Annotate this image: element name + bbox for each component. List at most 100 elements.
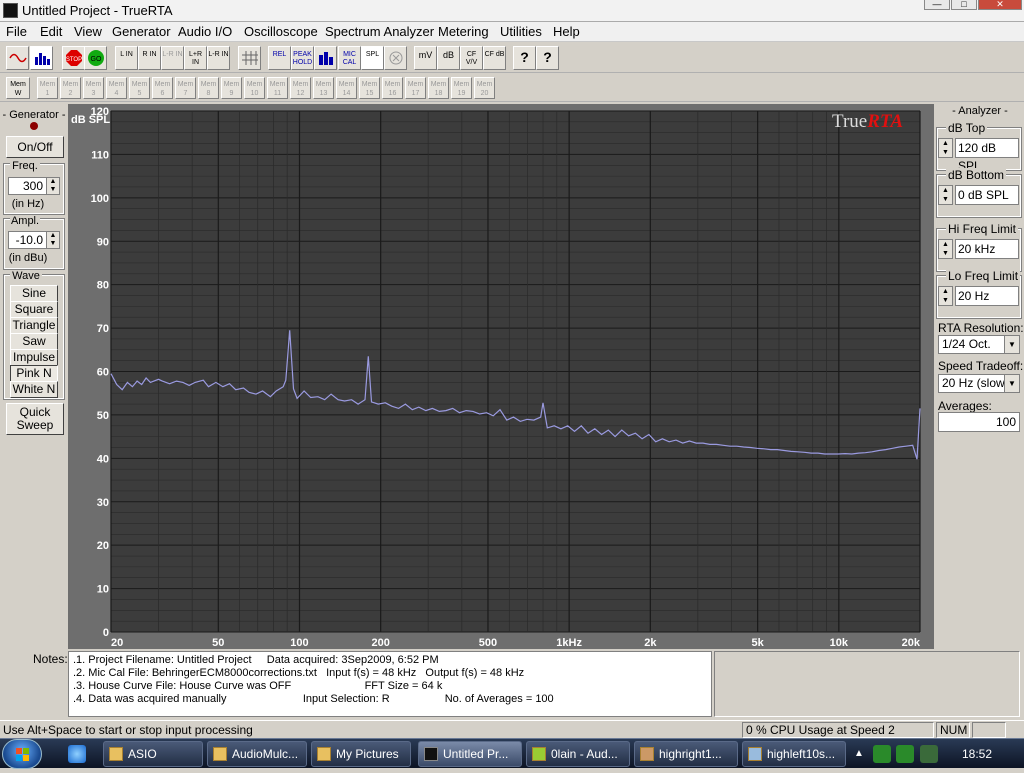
context-help-button[interactable]: ? [536, 46, 559, 70]
stereo-input-button[interactable]: L-R IN [207, 46, 230, 70]
mem-14-button[interactable]: Mem 14 [336, 77, 357, 99]
ampl-spinner-icon[interactable]: ▲ ▼ [46, 232, 59, 248]
ampl-input[interactable]: -10.0 ▲ ▼ [8, 231, 60, 249]
spectrum-mode-button[interactable] [30, 46, 53, 70]
wave-white-noise-button[interactable]: White N [10, 381, 58, 398]
internet-explorer-icon[interactable] [68, 745, 86, 763]
mem-7-button[interactable]: Mem 7 [175, 77, 196, 99]
wave-pink-noise-button[interactable]: Pink N [10, 365, 58, 382]
freq-spinner-icon[interactable]: ▲ ▼ [46, 178, 59, 194]
wave-triangle-button[interactable]: Triangle [10, 317, 58, 334]
wave-square-button[interactable]: Square [10, 301, 58, 318]
mem-5-button[interactable]: Mem 5 [129, 77, 150, 99]
mem-2-button[interactable]: Mem 2 [60, 77, 81, 99]
maximize-button[interactable]: □ [951, 0, 977, 10]
relative-button[interactable]: REL [268, 46, 291, 70]
grid-button[interactable] [238, 46, 261, 70]
mem-13-button[interactable]: Mem 13 [313, 77, 334, 99]
task-audio-app[interactable]: 0lain - Aud... [526, 741, 630, 767]
menu-utilities[interactable]: Utilities [500, 24, 542, 39]
mem-19-button[interactable]: Mem 19 [451, 77, 472, 99]
task-highleft[interactable]: highleft10s... [742, 741, 846, 767]
freq-input[interactable]: 300 ▲ ▼ [8, 177, 60, 195]
db-bottom-spinner-icon[interactable]: ▲ ▼ [938, 185, 953, 205]
tray-media-play-icon[interactable] [896, 745, 914, 763]
task-my-pictures[interactable]: My Pictures [311, 741, 411, 767]
close-button[interactable]: ✕ [978, 0, 1022, 10]
mem-18-button[interactable]: Mem 18 [428, 77, 449, 99]
task-truerta[interactable]: Untitled Pr... [418, 741, 522, 767]
mem-9-button[interactable]: Mem 9 [221, 77, 242, 99]
tray-app-icon[interactable] [920, 745, 938, 763]
db-top-label: dB Top [946, 121, 988, 135]
millivolt-button[interactable]: mV [414, 46, 437, 70]
mem-4-button[interactable]: Mem 4 [106, 77, 127, 99]
crest-factor-db-button[interactable]: CF dB [483, 46, 506, 70]
crest-factor-vv-button[interactable]: CF V/V [460, 46, 483, 70]
wave-impulse-button[interactable]: Impulse [10, 349, 58, 366]
menu-file[interactable]: File [6, 24, 27, 39]
db-bottom-field[interactable]: 0 dB SPL [955, 185, 1019, 205]
mem-3-button[interactable]: Mem 3 [83, 77, 104, 99]
svg-text:GO: GO [90, 56, 101, 63]
menu-help[interactable]: Help [553, 24, 580, 39]
lo-freq-spinner-icon[interactable]: ▲ ▼ [938, 286, 953, 306]
mem-20-button[interactable]: Mem 20 [474, 77, 495, 99]
spl-button[interactable]: SPL [361, 46, 384, 70]
mem-1-button[interactable]: Mem 1 [37, 77, 58, 99]
left-input-button[interactable]: L IN [115, 46, 138, 70]
left-minus-right-input-button[interactable]: L-R IN [161, 46, 184, 70]
lo-freq-field[interactable]: 20 Hz [955, 286, 1019, 306]
y-tick-label: 20 [97, 540, 109, 552]
wave-sine-button[interactable]: Sine [10, 285, 58, 302]
tray-expand-icon[interactable]: ▲ [854, 739, 864, 769]
generator-onoff-button[interactable]: On/Off [6, 136, 64, 158]
mem-6-button[interactable]: Mem 6 [152, 77, 173, 99]
task-asio[interactable]: ASIO [103, 741, 203, 767]
peak-hold-button[interactable]: PEAK HOLD [291, 46, 314, 70]
menu-edit[interactable]: Edit [40, 24, 62, 39]
tray-media-icon[interactable] [873, 745, 891, 763]
menu-generator[interactable]: Generator [112, 24, 171, 39]
menu-spectrum-analyzer[interactable]: Spectrum Analyzer [325, 24, 434, 39]
go-button[interactable]: GO [84, 46, 107, 70]
db-button[interactable]: dB [437, 46, 460, 70]
help-button[interactable]: ? [513, 46, 536, 70]
task-highright[interactable]: highright1... [634, 741, 738, 767]
menu-oscilloscope[interactable]: Oscilloscope [244, 24, 318, 39]
hi-freq-spinner-icon[interactable]: ▲ ▼ [938, 239, 953, 259]
menu-view[interactable]: View [74, 24, 102, 39]
db-top-field[interactable]: 120 dB SPL [955, 138, 1019, 173]
clear-button[interactable] [384, 46, 407, 70]
mic-cal-button[interactable]: MIC CAL [338, 46, 361, 70]
mem-10-button[interactable]: Mem 10 [244, 77, 265, 99]
oscilloscope-mode-button[interactable] [6, 46, 29, 70]
start-button[interactable] [2, 739, 42, 769]
task-label: My Pictures [336, 747, 399, 761]
menu-metering[interactable]: Metering [438, 24, 489, 39]
mem-12-button[interactable]: Mem 12 [290, 77, 311, 99]
notes-box[interactable]: .1. Project Filename: Untitled Project D… [68, 651, 712, 717]
mem-16-button[interactable]: Mem 16 [382, 77, 403, 99]
menu-audio-io[interactable]: Audio I/O [178, 24, 232, 39]
left-plus-right-input-button[interactable]: L+R IN [184, 46, 207, 70]
chevron-down-icon[interactable]: ▼ [1004, 336, 1019, 353]
mem-15-button[interactable]: Mem 15 [359, 77, 380, 99]
stop-button[interactable]: STOP [62, 46, 85, 70]
minimize-button[interactable]: — [924, 0, 950, 10]
resolution-select[interactable]: 1/24 Oct. ▼ [938, 335, 1020, 354]
chevron-down-icon[interactable]: ▼ [1004, 375, 1019, 392]
quick-sweep-button[interactable]: Quick Sweep [6, 403, 64, 435]
hi-freq-field[interactable]: 20 kHz [955, 239, 1019, 259]
mem-17-button[interactable]: Mem 17 [405, 77, 426, 99]
mem-8-button[interactable]: Mem 8 [198, 77, 219, 99]
averages-field[interactable]: 100 [938, 412, 1020, 432]
mem-w-button[interactable]: Mem W [6, 77, 30, 99]
wave-saw-button[interactable]: Saw [10, 333, 58, 350]
speed-select[interactable]: 20 Hz (slow) ▼ [938, 374, 1020, 393]
task-audiomulc[interactable]: AudioMulc... [207, 741, 307, 767]
bar-display-button[interactable] [314, 46, 337, 70]
mem-11-button[interactable]: Mem 11 [267, 77, 288, 99]
right-input-button[interactable]: R IN [138, 46, 161, 70]
db-top-spinner-icon[interactable]: ▲ ▼ [938, 138, 953, 158]
